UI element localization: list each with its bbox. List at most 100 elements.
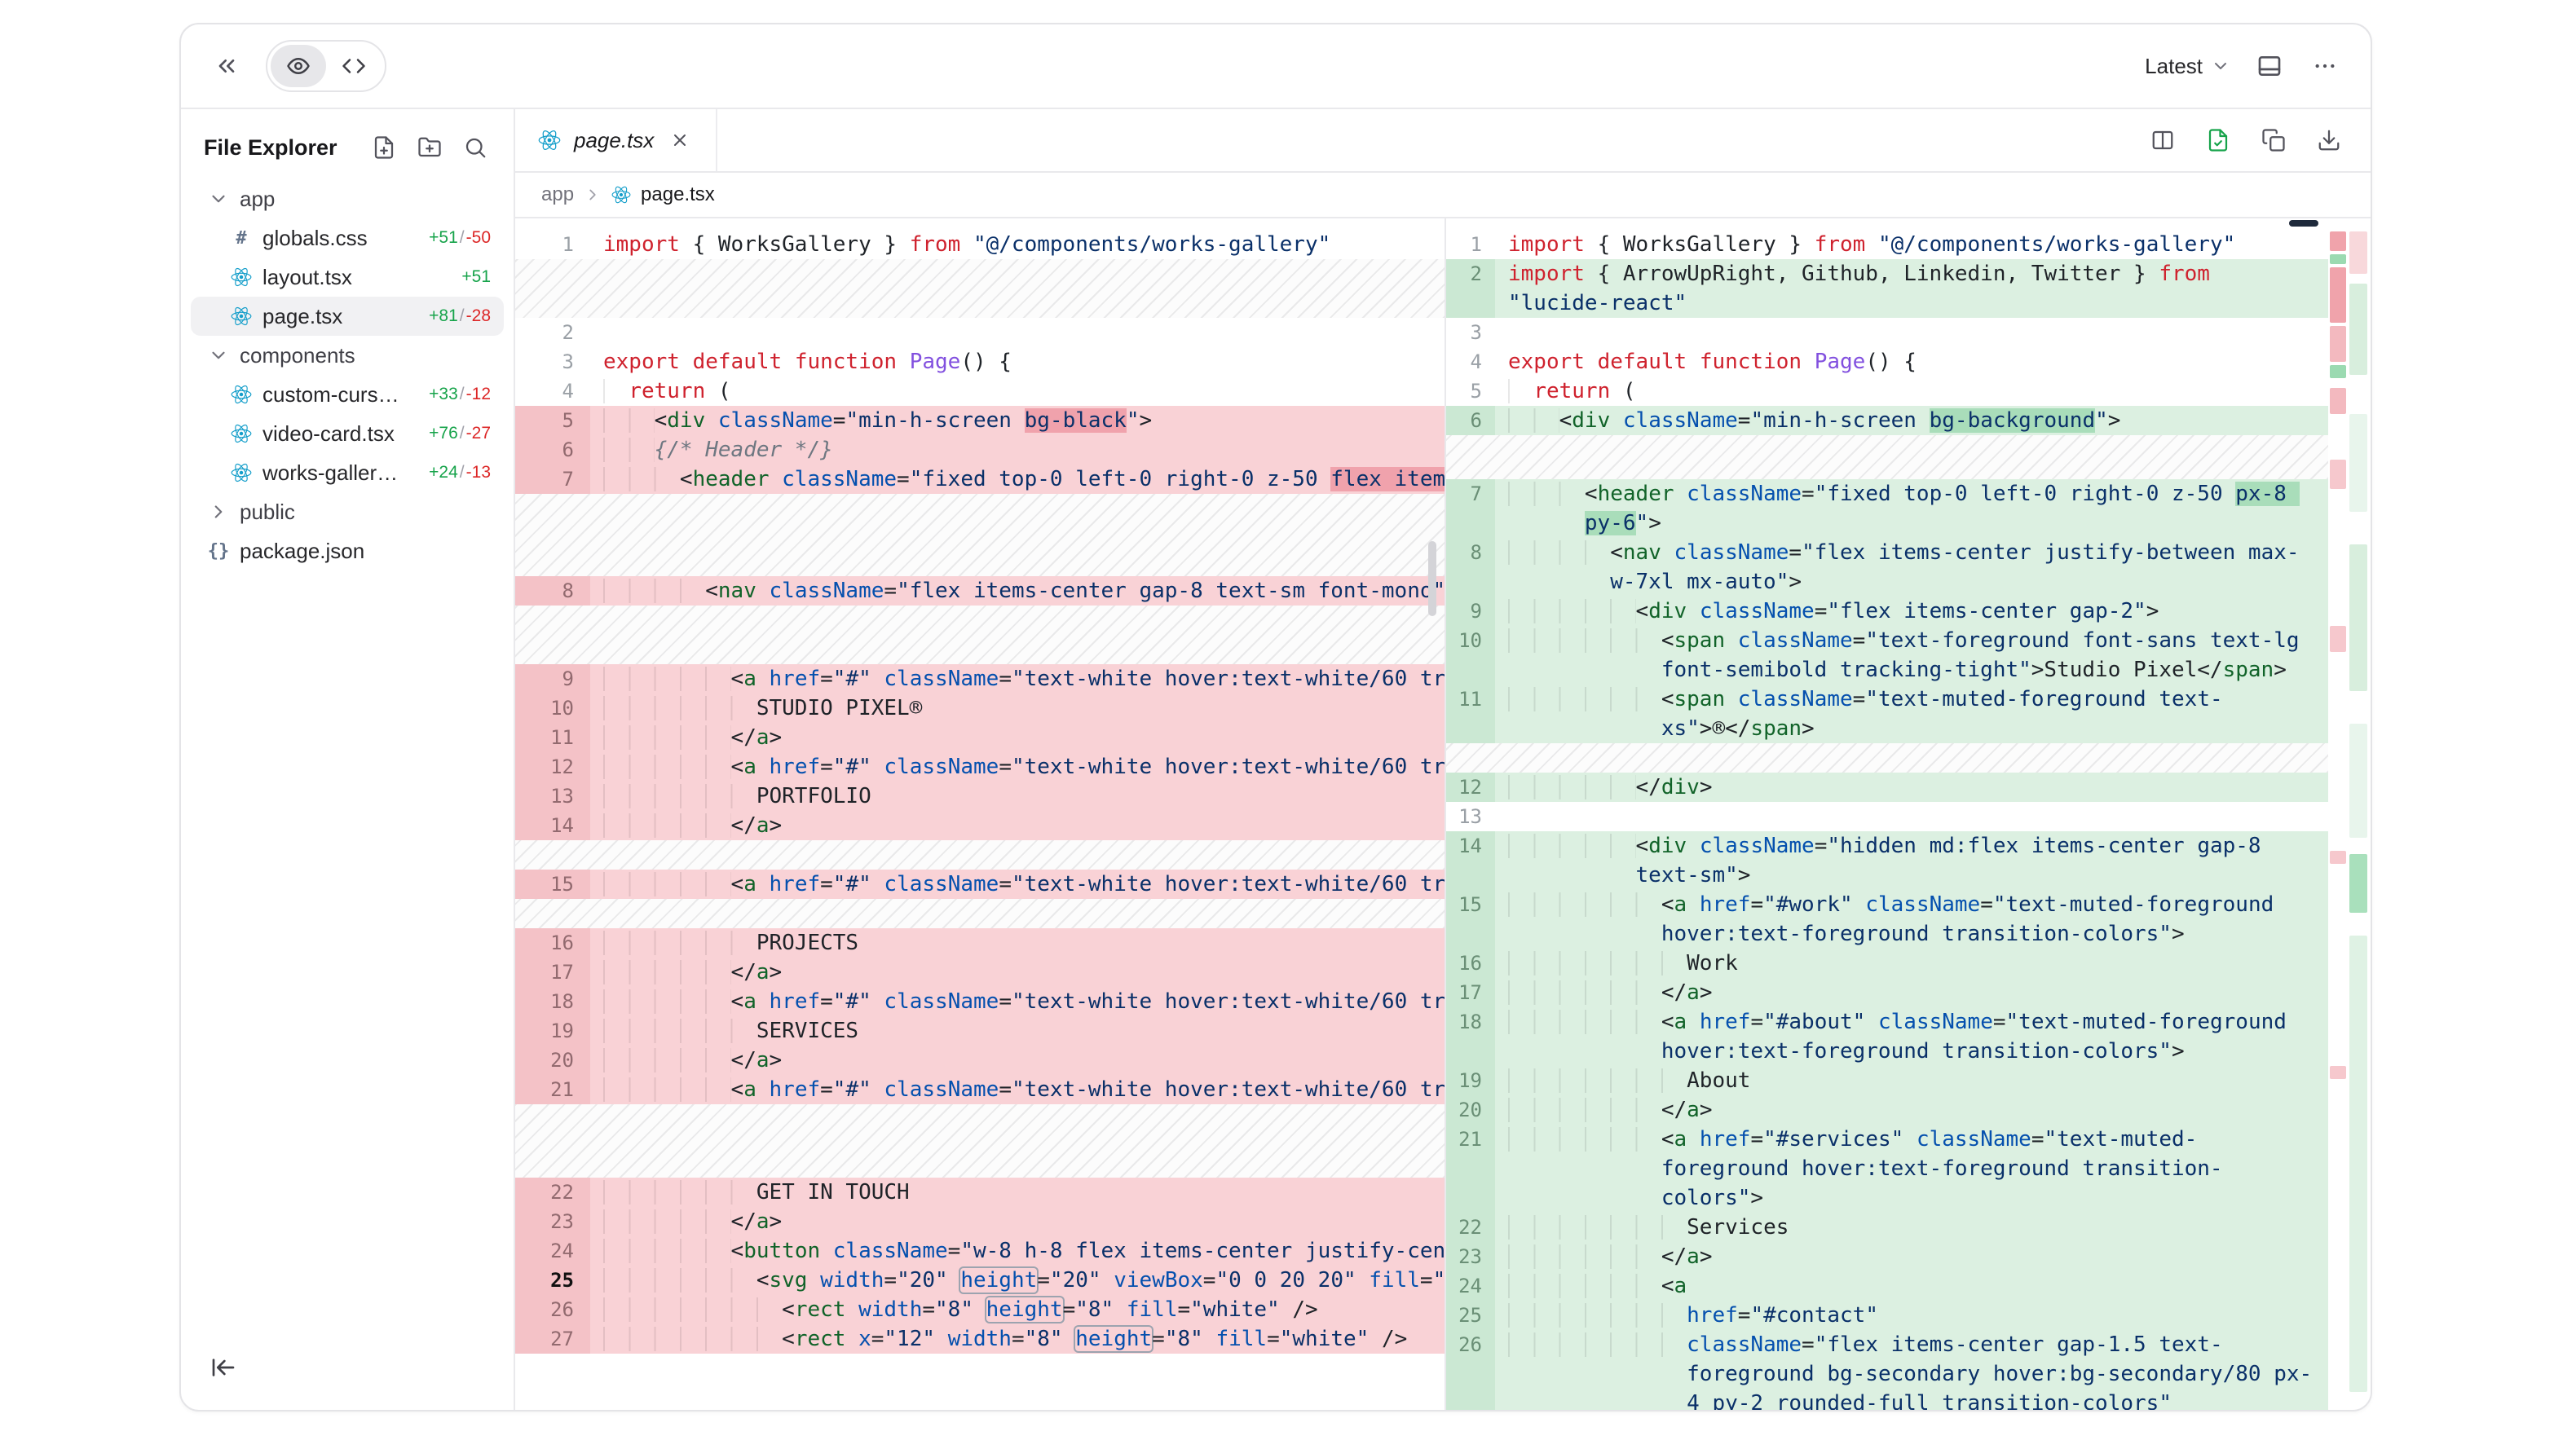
code-line: 19 About <box>1446 1066 2328 1095</box>
react-icon <box>230 306 253 327</box>
folder-label: app <box>240 187 275 212</box>
minimap-mark <box>2330 326 2346 362</box>
code-text: return ( <box>590 377 1445 406</box>
collapse-panel-button[interactable] <box>210 50 243 82</box>
file-label: page.tsx <box>262 304 342 329</box>
line-number: 9 <box>1446 597 1495 626</box>
line-number: 19 <box>515 1016 590 1046</box>
version-dropdown[interactable]: Latest <box>2145 54 2230 79</box>
collapsed-region <box>1446 435 2328 479</box>
line-number: 23 <box>1446 1242 1495 1271</box>
file-label: package.json <box>240 539 364 564</box>
code-text: PROJECTS <box>590 928 1445 958</box>
file-globals-css[interactable]: #globals.css+51/-50 <box>191 218 504 258</box>
code-text: <a href="#" className="text-white hover:… <box>590 752 1445 782</box>
collapsed-region <box>1446 743 2328 773</box>
editor-main: page.tsx <box>515 109 2371 1410</box>
new-file-button[interactable] <box>368 132 399 163</box>
folder-public[interactable]: public <box>191 492 504 531</box>
arrow-left-to-line-icon <box>210 1354 236 1381</box>
line-number: 11 <box>1446 685 1495 743</box>
minimap[interactable] <box>2328 218 2371 1410</box>
code-line: 11 <span className="text-muted-foregroun… <box>1446 685 2328 743</box>
collapse-sidebar-button[interactable] <box>201 1345 246 1390</box>
code-text: <div className="min-h-screen bg-backgrou… <box>1495 406 2328 435</box>
minimap-mark <box>2330 267 2346 323</box>
file-page-tsx[interactable]: page.tsx+81/-28 <box>191 297 504 336</box>
search-icon <box>463 135 487 160</box>
code-text: SERVICES <box>590 1016 1445 1046</box>
code-text: About <box>1495 1066 2328 1095</box>
code-toggle-button[interactable] <box>326 45 382 87</box>
breadcrumb-folder[interactable]: app <box>541 183 574 206</box>
folder-app[interactable]: app <box>191 179 504 218</box>
code-line: 2import { ArrowUpRight, Github, Linkedin… <box>1446 259 2328 318</box>
line-number: 22 <box>1446 1213 1495 1242</box>
close-tab-button[interactable] <box>667 127 693 153</box>
diff-stats: +24/-13 <box>419 463 491 482</box>
minimap-mark <box>2349 544 2367 691</box>
new-folder-button[interactable] <box>414 132 445 163</box>
split-view-icon <box>2150 128 2175 152</box>
code-text: className="flex items-center gap-1.5 tex… <box>1495 1330 2328 1410</box>
line-number: 22 <box>515 1178 590 1207</box>
file-works-galler-[interactable]: works-galler…+24/-13 <box>191 453 504 492</box>
chevron-down-icon <box>207 345 230 366</box>
code-text: </div> <box>1495 773 2328 802</box>
line-number: 7 <box>1446 479 1495 538</box>
line-number: 11 <box>515 723 590 752</box>
panel-bottom-button[interactable] <box>2253 50 2286 82</box>
left-pane-scrollbar-thumb[interactable] <box>1428 541 1436 616</box>
code-line: 11 </a> <box>515 723 1445 752</box>
search-button[interactable] <box>460 132 491 163</box>
diff-stats: +51 <box>452 267 491 287</box>
code-line: 25 <svg width="20" height="20" viewBox="… <box>515 1266 1445 1295</box>
copy-button[interactable] <box>2258 125 2289 156</box>
code-text: </a> <box>1495 1242 2328 1271</box>
react-icon <box>230 384 253 405</box>
minimap-mark <box>2349 854 2367 913</box>
file-video-card-tsx[interactable]: video-card.tsx+76/-27 <box>191 414 504 453</box>
code-line: 5 return ( <box>1446 377 2328 406</box>
code-line: 1import { WorksGallery } from "@/compone… <box>1446 230 2328 259</box>
code-text <box>1495 318 2328 347</box>
line-number: 15 <box>1446 890 1495 949</box>
code-line: 17 </a> <box>1446 978 2328 1007</box>
line-number: 20 <box>515 1046 590 1075</box>
download-button[interactable] <box>2314 125 2344 156</box>
code-text: </a> <box>590 1046 1445 1075</box>
view-toggle <box>266 40 386 92</box>
file-label: layout.tsx <box>262 265 352 290</box>
tab-page-tsx[interactable]: page.tsx <box>515 109 717 171</box>
folder-components[interactable]: components <box>191 336 504 375</box>
diff-stats: +33/-12 <box>419 385 491 404</box>
code-line: 12 <a href="#" className="text-white hov… <box>515 752 1445 782</box>
apply-changes-button[interactable] <box>2203 125 2234 156</box>
line-number: 10 <box>515 694 590 723</box>
code-text: GET IN TOUCH <box>590 1178 1445 1207</box>
code-text: <a href="#about" className="text-muted-f… <box>1495 1007 2328 1066</box>
chevron-right-icon <box>207 501 230 522</box>
preview-toggle-button[interactable] <box>271 45 326 87</box>
split-view-button[interactable] <box>2147 125 2178 156</box>
line-number: 9 <box>515 664 590 694</box>
line-number: 24 <box>515 1236 590 1266</box>
code-line: 23 </a> <box>1446 1242 2328 1271</box>
code-text: <nav className="flex items-center justif… <box>1495 538 2328 597</box>
line-number: 6 <box>1446 406 1495 435</box>
diff-pane-new[interactable]: 1import { WorksGallery } from "@/compone… <box>1446 218 2328 1410</box>
file-label: video-card.tsx <box>262 421 395 447</box>
line-number: 20 <box>1446 1095 1495 1125</box>
code-line: 22 GET IN TOUCH <box>515 1178 1445 1207</box>
more-options-button[interactable] <box>2309 50 2341 82</box>
diff-pane-old[interactable]: 1import { WorksGallery } from "@/compone… <box>515 218 1446 1410</box>
file-layout-tsx[interactable]: layout.tsx +51 <box>191 258 504 297</box>
code-line: 10 <span className="text-foreground font… <box>1446 626 2328 685</box>
code-line: 24 <button className="w-8 h-8 flex items… <box>515 1236 1445 1266</box>
file-package-json[interactable]: {}package.json <box>191 531 504 570</box>
file-custom-curs-[interactable]: custom-curs…+33/-12 <box>191 375 504 414</box>
code-text: return ( <box>1495 377 2328 406</box>
code-line: 8 <nav className="flex items-center just… <box>1446 538 2328 597</box>
code-text: <span className="text-muted-foreground t… <box>1495 685 2328 743</box>
tab-label: page.tsx <box>574 128 654 153</box>
